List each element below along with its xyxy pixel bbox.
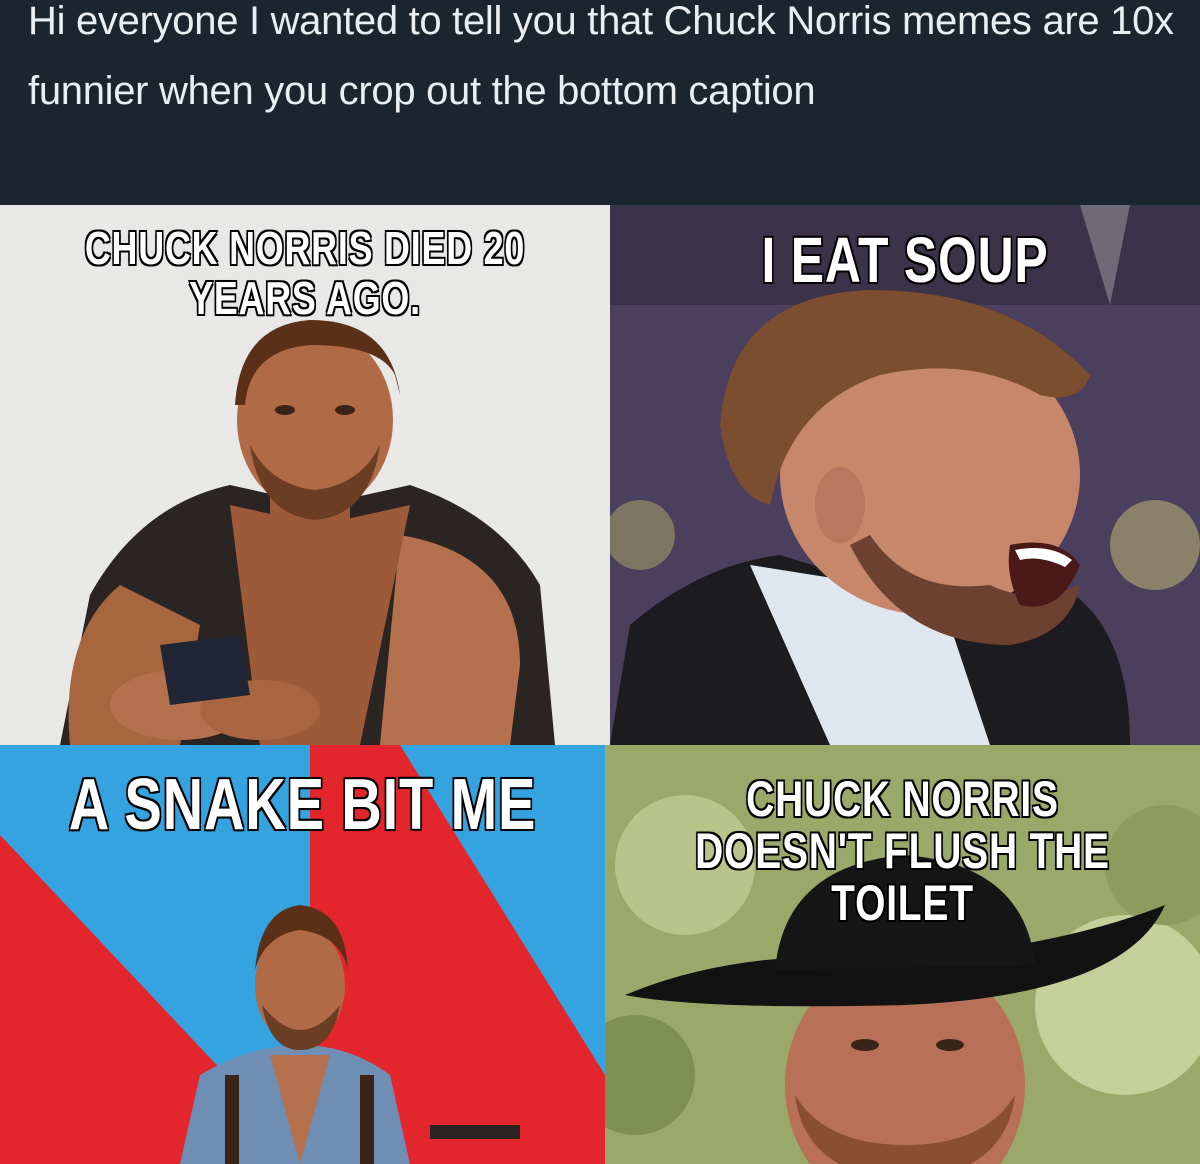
meme-caption-died: Chuck Norris died 20 years ago. (84, 222, 526, 325)
meme-caption-snake: A snake bit me (68, 764, 537, 847)
meme-panel-soup: I eat soup (610, 205, 1200, 745)
meme-caption-soup: I eat soup (761, 224, 1049, 297)
meme-panel-died: Chuck Norris died 20 years ago. (0, 205, 610, 745)
meme-panel-snake: A snake bit me (0, 745, 605, 1164)
post-text: Hi everyone I wanted to tell you that Ch… (28, 0, 1185, 113)
meme-grid: Chuck Norris died 20 years ago. (0, 205, 1200, 1164)
post-header: Hi everyone I wanted to tell you that Ch… (0, 0, 1200, 205)
meme-panel-toilet: Chuck Norris doesn't flush the toilet (605, 745, 1200, 1164)
meme-caption-toilet: Chuck Norris doesn't flush the toilet (694, 771, 1110, 931)
